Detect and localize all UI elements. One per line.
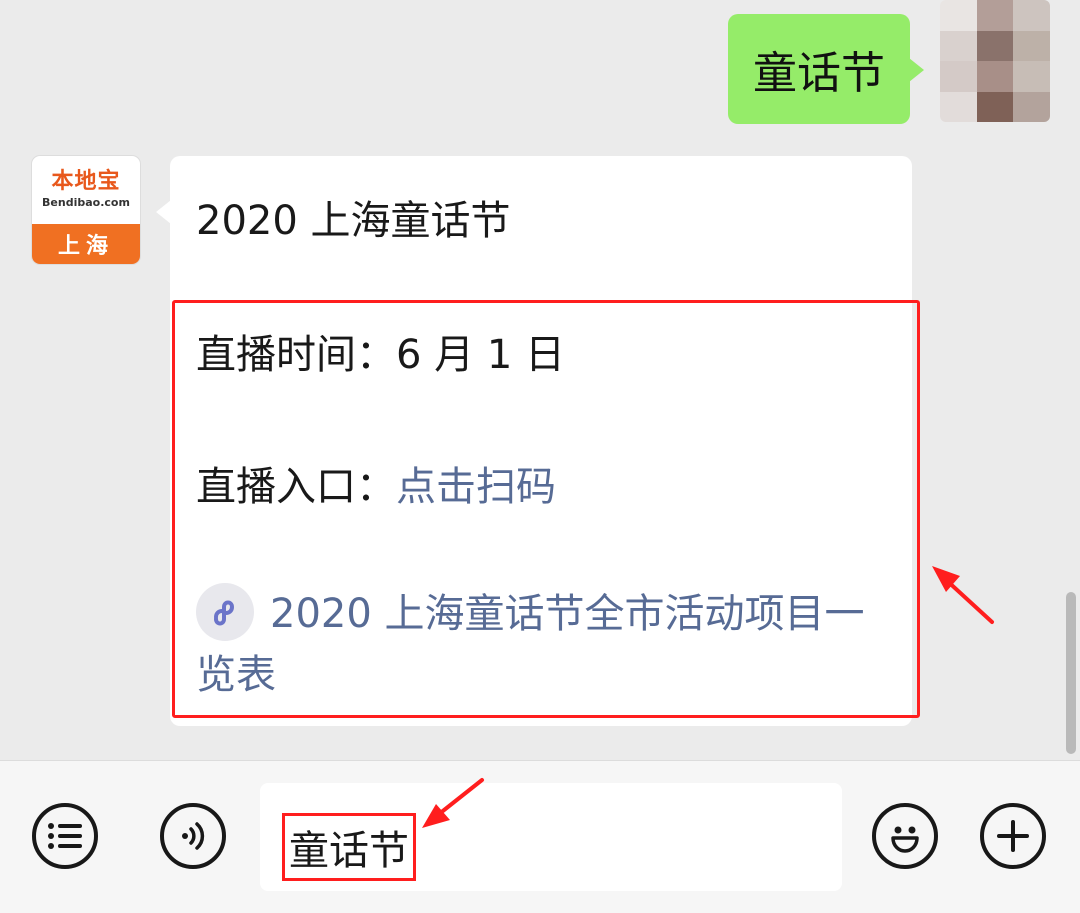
highlight-annotation-box: [172, 300, 920, 718]
avatar-brand-text: 本地宝: [51, 169, 121, 194]
avatar-city-text: 上海: [57, 234, 114, 259]
bot-avatar[interactable]: 本地宝 Bendibao.com 上海: [32, 156, 140, 264]
chat-scrollbar[interactable]: [1066, 592, 1076, 754]
plus-button[interactable]: [980, 803, 1046, 869]
emoji-icon: [891, 826, 919, 853]
input-bar: 童话节: [0, 760, 1080, 913]
plus-icon: [997, 820, 1029, 852]
user-avatar[interactable]: [940, 0, 1050, 122]
message-input[interactable]: 童话节: [260, 783, 842, 891]
message-input-value: 童话节: [282, 813, 416, 881]
menu-button[interactable]: [32, 803, 98, 869]
voice-icon: [182, 822, 205, 850]
emoji-button[interactable]: [872, 803, 938, 869]
voice-button[interactable]: [160, 803, 226, 869]
sent-message-bubble[interactable]: 童话节: [728, 14, 924, 124]
sent-message-text: 童话节: [753, 48, 885, 99]
chat-area: 童话节 本地宝 Bendibao.com 上海 2020 上海童话节 直播时间：…: [0, 0, 1080, 760]
avatar-domain-text: Bendibao.com: [42, 196, 130, 209]
message-title: 2020 上海童话节: [196, 198, 511, 244]
list-icon: [48, 823, 82, 849]
